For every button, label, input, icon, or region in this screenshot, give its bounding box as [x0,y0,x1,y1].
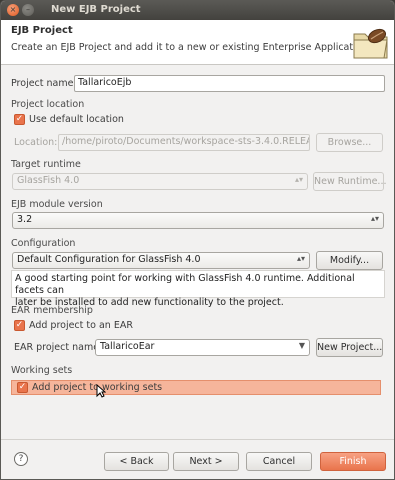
new-runtime-button[interactable]: New Runtime... [313,172,386,191]
new-project-button[interactable]: New Project... [316,338,383,357]
footer-separator [1,439,394,440]
project-name-input[interactable]: TallaricoEjb [74,75,385,92]
project-location-group-title: Project location [11,99,85,110]
use-default-location-checkbox[interactable]: ✓ [14,114,25,125]
wizard-page-title: EJB Project [11,25,73,36]
browse-button[interactable]: Browse... [316,133,383,152]
target-runtime-select[interactable]: GlassFish 4.0 ▴▾ [12,173,308,190]
wizard-page-description: Create an EJB Project and add it to a ne… [11,42,371,53]
ear-membership-group-title: EAR membership [11,305,93,316]
configuration-description-line-1: A good starting point for working with G… [15,273,355,296]
next-button[interactable]: Next > [173,452,239,471]
help-icon[interactable]: ? [14,452,28,466]
project-name-label: Project name: [11,78,77,89]
spinner-arrows-icon: ▴▾ [370,214,379,223]
ejb-module-version-select[interactable]: 3.2 ▴▾ [12,212,384,229]
spinner-arrows-icon: ▴▾ [294,175,303,184]
configuration-description: A good starting point for working with G… [11,270,385,308]
mouse-pointer-icon [96,384,106,398]
modify-button[interactable]: Modify... [316,251,383,270]
chevron-down-icon[interactable]: ▼ [299,341,305,350]
close-window-button[interactable]: × [7,4,19,16]
add-to-ear-label: Add project to an EAR [29,320,133,331]
finish-button[interactable]: Finish [320,452,386,471]
spinner-arrows-icon: ▴▾ [296,254,305,263]
cancel-button[interactable]: Cancel [246,452,312,471]
configuration-select[interactable]: Default Configuration for GlassFish 4.0 … [12,252,310,269]
configuration-group-title: Configuration [11,238,76,249]
ejb-module-version-group-title: EJB module version [11,199,103,210]
folder-with-bean-icon [353,28,388,59]
back-button[interactable]: < Back [104,452,169,471]
ear-project-name-value: TallaricoEar [100,341,155,352]
add-to-ear-checkbox[interactable]: ✓ [14,320,25,331]
target-runtime-value: GlassFish 4.0 [17,175,80,186]
wizard-header: EJB Project Create an EJB Project and ad… [1,20,394,65]
add-to-working-sets-checkbox[interactable]: ✓ [17,382,28,393]
configuration-value: Default Configuration for GlassFish 4.0 [17,254,201,265]
location-label: Location: [14,137,58,148]
ear-project-name-label: EAR project name: [14,342,103,353]
location-input[interactable]: /home/piroto/Documents/workspace-sts-3.4… [58,134,310,151]
use-default-location-label: Use default location [29,114,124,125]
target-runtime-group-title: Target runtime [11,159,81,170]
new-ejb-project-dialog: × – New EJB Project EJB Project Create a… [0,0,395,480]
working-sets-group-title: Working sets [11,365,73,376]
window-title: New EJB Project [51,4,141,15]
ear-project-name-combo[interactable]: TallaricoEar ▼ [95,339,310,356]
title-bar: × – New EJB Project [1,1,394,20]
ejb-module-version-value: 3.2 [17,214,33,225]
minimize-window-button[interactable]: – [22,4,34,16]
